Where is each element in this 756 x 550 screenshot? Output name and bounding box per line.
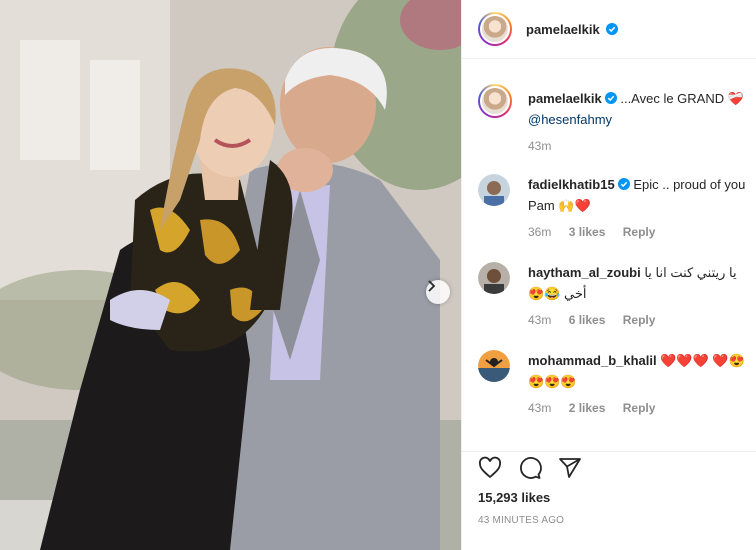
caption-meta: 43m [528, 139, 565, 153]
verified-badge-icon [604, 92, 617, 104]
comment-time[interactable]: 36m [528, 225, 551, 239]
comment-item: fadielkhatib15 Epic .. proud of you Pam … [478, 174, 753, 262]
chevron-right-icon [428, 280, 436, 292]
share-icon[interactable] [558, 456, 582, 480]
comment-avatar[interactable] [478, 262, 510, 294]
post-header: pamelaelkik [462, 0, 756, 59]
author-username[interactable]: pamelaelkik [526, 22, 619, 37]
comment-reply-button[interactable]: Reply [623, 225, 656, 239]
caption-mention[interactable]: @hesenfahmy [528, 112, 612, 127]
comment-time[interactable]: 43m [528, 401, 551, 415]
comment-item: haytham_al_zoubi يا ريتني كنت انا يا أخي… [478, 262, 753, 350]
comment-meta: 43m 2 likes Reply [528, 401, 669, 415]
comments-list: pamelaelkik ...Avec le GRAND ❤️‍🩹 @hesen… [462, 60, 756, 451]
caption-body: pamelaelkik ...Avec le GRAND ❤️‍🩹 @hesen… [528, 88, 753, 130]
comment-likes[interactable]: 3 likes [569, 225, 606, 239]
comment-username[interactable]: fadielkhatib15 [528, 177, 615, 192]
caption-text: ...Avec le GRAND [620, 91, 725, 106]
caption-emoji: ❤️‍🩹 [727, 91, 744, 106]
comment-meta: 36m 3 likes Reply [528, 225, 669, 239]
action-icons [478, 456, 582, 480]
caption-avatar[interactable] [478, 84, 512, 118]
comment-reply-button[interactable]: Reply [623, 401, 656, 415]
comment-icon[interactable] [518, 456, 542, 480]
photo-illustration [0, 0, 461, 550]
heart-icon[interactable] [478, 456, 502, 480]
author-avatar[interactable] [478, 12, 512, 46]
comment-avatar[interactable] [478, 174, 510, 206]
comment-username[interactable]: mohammad_b_khalil [528, 353, 657, 368]
post-actions: 15,293 likes 43 MINUTES AGO [462, 451, 756, 550]
comment-body: mohammad_b_khalil ❤️❤️❤️ ❤️😍😍😍😍 [528, 350, 753, 392]
post-side-panel: pamelaelkik pamelaelkik ...Avec le GRAND… [461, 0, 756, 550]
comment-body: fadielkhatib15 Epic .. proud of you Pam … [528, 174, 753, 216]
comment-body: haytham_al_zoubi يا ريتني كنت انا يا أخي… [528, 262, 753, 304]
comment-likes[interactable]: 6 likes [569, 313, 606, 327]
comment-reply-button[interactable]: Reply [623, 313, 656, 327]
post-photo[interactable] [0, 0, 461, 550]
caption-username[interactable]: pamelaelkik [528, 91, 602, 106]
post-timestamp: 43 MINUTES AGO [478, 515, 565, 526]
likes-count[interactable]: 15,293 likes [478, 490, 550, 505]
comment-item: mohammad_b_khalil ❤️❤️❤️ ❤️😍😍😍😍 43m 2 li… [478, 350, 753, 438]
comment-time[interactable]: 43m [528, 313, 551, 327]
caption-time[interactable]: 43m [528, 139, 551, 153]
comment-username[interactable]: haytham_al_zoubi [528, 265, 641, 280]
comment-likes[interactable]: 2 likes [569, 401, 606, 415]
verified-badge-icon [606, 22, 619, 35]
comment-meta: 43m 6 likes Reply [528, 313, 669, 327]
author-username-text[interactable]: pamelaelkik [526, 22, 600, 37]
caption-entry: pamelaelkik ...Avec le GRAND ❤️‍🩹 @hesen… [478, 84, 753, 174]
comment-avatar[interactable] [478, 350, 510, 382]
verified-badge-icon [617, 178, 630, 190]
carousel-next-button[interactable] [426, 280, 450, 304]
